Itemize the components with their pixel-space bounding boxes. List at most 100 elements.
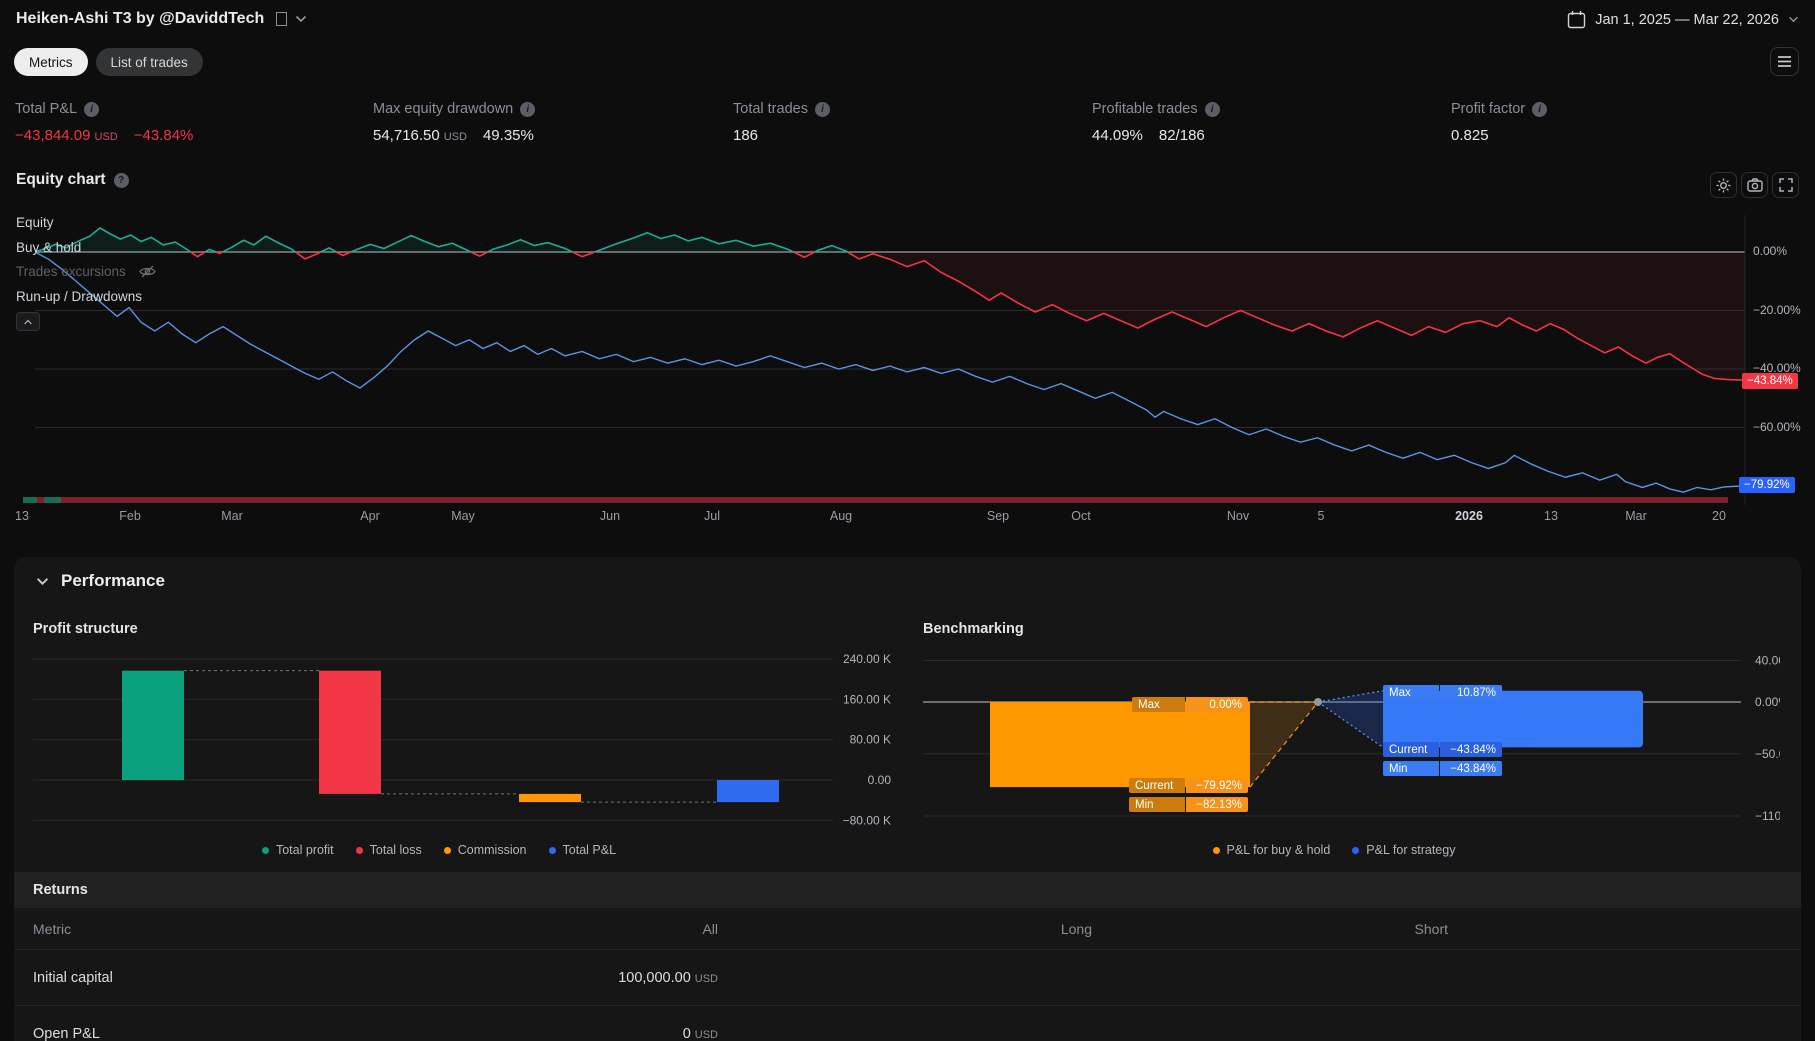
metric-total-trades: Total trades i 186 [733,101,830,144]
missing-glyph-badge [276,12,288,26]
help-icon[interactable]: ? [113,172,129,188]
x-tick-label: May [451,509,475,523]
benchmarking-title: Benchmarking [923,621,1024,637]
eye-off-icon[interactable] [138,264,157,279]
profit-structure-legend: Total profit Total loss Commission Total… [33,843,845,857]
x-tick-label: 20 [1712,509,1726,523]
row-metric-label: Open P&L [33,1026,100,1041]
legend-dot [261,846,269,854]
currency-label: USD [694,972,718,985]
legend-dot [1352,846,1360,854]
metric-value: 0.825 [1451,127,1489,144]
tab-metrics[interactable]: Metrics [14,48,88,76]
metric-value: 54,716.50 [373,127,440,144]
metric-extra-value: 49.35% [482,127,534,144]
page-title: Heiken-Ashi T3 by @DaviddTech [16,10,265,27]
legend-total-loss: Total loss [355,843,422,857]
buyhold-price-badge: −79.92% [1739,477,1795,493]
legend-runup-drawdowns[interactable]: Run-up / Drawdowns [16,289,142,304]
currency-label: USD [443,131,467,143]
svg-text:−50.00%: −50.00% [1755,747,1780,761]
equity-chart-header: Equity chart ? [16,171,129,189]
legend-trades-excursions[interactable]: Trades excursions [16,264,157,279]
x-tick-label: Oct [1071,509,1091,523]
metric-value: −43,844.09 [15,127,91,144]
svg-text:−110.00%: −110.00% [1755,809,1780,823]
col-metric: Metric [33,920,72,937]
x-tick-label: Mar [1625,509,1647,523]
legend-dot [1212,846,1220,854]
profit-structure-chart[interactable]: 240.00 K 160.00 K 80.00 K 0.00 −80.00 K [33,642,893,832]
legend-label: Total profit [275,843,334,857]
performance-section-toggle[interactable]: Performance [36,571,165,591]
currency-label: USD [94,131,118,143]
legend-buy-and-hold[interactable]: Buy & hold [16,240,81,255]
chevron-up-icon [24,319,32,324]
row-metric-label: Initial capital [33,969,113,986]
profit-structure-title: Profit structure [33,621,138,637]
stat-key: Min [1383,761,1439,776]
benchmarking-canvas[interactable]: 40.00% 0.00% −50.00% −110.00% [923,642,1809,832]
metric-value: 186 [733,127,759,144]
strategy-min-label: Min −43.84% [1383,761,1502,776]
info-icon[interactable]: i [520,101,536,117]
date-range-picker[interactable]: Jan 1, 2025 — Mar 22, 2026 [1567,10,1799,29]
performance-title: Performance [61,571,165,590]
collapse-legend-button[interactable] [16,312,40,331]
metric-value: 44.09% [1092,127,1143,144]
metric-profitable-trades: Profitable trades i 44.09% 82/186 [1092,101,1220,144]
svg-text:160.00 K: 160.00 K [843,692,891,706]
svg-text:40.00%: 40.00% [1755,654,1780,668]
rows-icon [1778,56,1791,67]
info-icon[interactable]: i [814,101,830,117]
x-tick-label: Nov [1226,509,1250,523]
col-all: All [702,920,718,937]
col-long: Long [1060,920,1092,937]
svg-text:0.00: 0.00 [868,773,892,787]
benchmarking-legend: P&L for buy & hold P&L for strategy [923,843,1745,857]
legend-equity[interactable]: Equity [16,215,54,230]
chevron-down-icon [1789,16,1798,23]
svg-text:0.00%: 0.00% [1755,695,1780,709]
equity-x-axis[interactable]: 13 Feb Mar Apr May Jun Jul Aug Sep Oct Nov 5 2026 13 M… [0,509,1815,525]
stat-key: Max [1132,697,1185,712]
date-range-label: Jan 1, 2025 — Mar 22, 2026 [1595,11,1779,28]
returns-table-header: Metric All Long Short [14,908,1801,950]
x-tick-label: Mar [221,509,243,523]
layout-settings-button[interactable] [1770,47,1799,76]
x-tick-label: 5 [1317,509,1325,523]
info-icon[interactable]: i [84,101,100,117]
legend-total-pl: Total P&L [548,843,617,857]
metric-profit-factor: Profit factor i 0.825 [1451,101,1548,144]
strategy-title-dropdown[interactable]: Heiken-Ashi T3 by @DaviddTech [16,10,307,28]
snapshot-button[interactable] [1741,172,1768,198]
info-icon[interactable]: i [1532,101,1548,117]
tab-list-of-trades[interactable]: List of trades [95,48,203,76]
returns-section-header: Returns [14,872,1801,908]
legend-runup-drawdowns-label: Run-up / Drawdowns [16,289,143,304]
legend-equity-label: Equity [16,215,54,230]
table-row-open-pl: Open P&L 0 USD [14,1006,1801,1041]
equity-chart-canvas[interactable] [0,200,1815,532]
returns-title: Returns [33,882,88,898]
fullscreen-button[interactable] [1772,172,1799,198]
y-tick-label: −20.00% [1753,302,1801,317]
calendar-icon [1568,11,1586,29]
buyhold-max-label: Max 0.00% [1132,697,1248,712]
info-icon[interactable]: i [1204,101,1220,117]
benchmarking-chart[interactable]: 40.00% 0.00% −50.00% −110.00% Max 0.00% Cur… [923,642,1809,832]
legend-label: Total P&L [562,843,617,857]
buyhold-min-label: Min −82.13% [1129,797,1248,812]
stat-key: Current [1129,778,1185,793]
stat-key: Current [1383,742,1439,757]
col-short: Short [1414,920,1448,937]
strategy-max-label: Max 10.87% [1383,685,1502,700]
chart-settings-button[interactable] [1710,172,1737,198]
metric-label: Profitable trades [1092,101,1198,117]
legend-label: P&L for strategy [1366,843,1456,857]
equity-chart-area[interactable]: Equity Buy & hold Trades excursions Run-… [0,200,1815,532]
y-tick-label: 0.00% [1753,244,1788,258]
metric-label: Profit factor [1451,101,1526,117]
y-tick-label: −60.00% [1753,419,1801,434]
profit-structure-canvas[interactable]: 240.00 K 160.00 K 80.00 K 0.00 −80.00 K [33,642,893,832]
